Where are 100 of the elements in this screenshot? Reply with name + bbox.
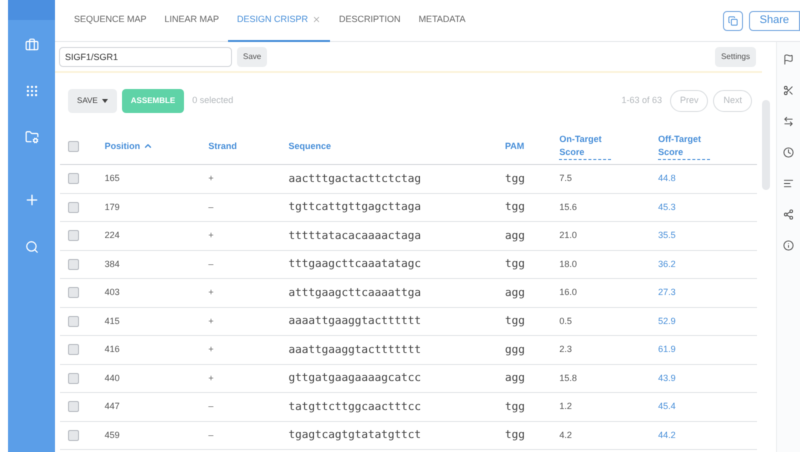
table-cell-text: 415	[104, 314, 121, 328]
table-cell-text: tgg	[504, 170, 526, 186]
table-cell-text: 44.8	[658, 172, 677, 185]
table-cell-text: 1.2	[559, 400, 573, 413]
flag-icon[interactable]	[783, 54, 794, 65]
page-range: 1-63 of 63	[621, 94, 662, 107]
table-cell-text: agg	[504, 284, 526, 300]
table-cell-text: tttttatacacaaaactaga	[288, 228, 422, 244]
column-header[interactable]: Strand	[208, 140, 237, 152]
copy-icon	[728, 16, 738, 26]
tab[interactable]: DESCRIPTION	[330, 0, 410, 42]
table-cell-text: tgagtcagtgtatatgttct	[288, 427, 422, 443]
folder-icon[interactable]	[24, 130, 38, 144]
table-cell-text: 0.5	[559, 314, 573, 328]
sidebar-header	[8, 0, 55, 20]
table-cell-text: 43.9	[658, 372, 677, 384]
table-cell-text: aaaattgaaggtactttttt	[288, 313, 422, 329]
close-icon[interactable]	[312, 15, 322, 24]
table-cell-text: +	[208, 372, 215, 384]
table-cell-text: tgttcattgttgagcttaga	[288, 199, 422, 215]
checkbox[interactable]	[68, 173, 79, 184]
table-cell-text: tgg	[504, 427, 526, 443]
checkbox[interactable]	[68, 372, 79, 384]
checkbox[interactable]	[68, 230, 79, 242]
table-cell-text: +	[208, 343, 215, 356]
checkbox[interactable]	[68, 202, 79, 213]
arrows-icon[interactable]	[783, 116, 794, 127]
table-cell-text: tgg	[504, 398, 526, 414]
checkbox[interactable]	[68, 287, 79, 298]
checkbox[interactable]	[68, 140, 79, 152]
table-cell-text: agg	[504, 370, 526, 386]
scissors-icon[interactable]	[783, 85, 794, 96]
table-cell-text: 416	[104, 343, 121, 356]
briefcase-icon[interactable]	[24, 38, 38, 52]
settings-button[interactable]: Settings	[715, 46, 756, 66]
nodes-icon[interactable]	[783, 209, 794, 220]
table-cell-text: aactttgactacttctctag	[288, 170, 422, 186]
table-cell-text: gttgatgaagaaaagcatcc	[288, 370, 422, 386]
table-cell-text: 403	[104, 286, 121, 299]
checkbox[interactable]	[68, 316, 79, 327]
table-cell-text: 44.2	[658, 428, 677, 442]
name-field[interactable]: SIGF1/SGR1	[59, 46, 232, 66]
column-header[interactable]: Sequence	[288, 140, 332, 152]
table-cell-text: 459	[104, 428, 121, 442]
table-cell-text: tttgaagcttcaaatatagc	[288, 256, 422, 272]
table-cell-text: 447	[104, 400, 121, 413]
clock-icon[interactable]	[783, 147, 794, 158]
next-button[interactable]: Next	[713, 90, 752, 112]
table-cell-text: 27.3	[658, 286, 677, 299]
table-cell-text: 179	[104, 200, 121, 214]
grid-icon[interactable]	[24, 84, 38, 98]
table-cell-text: aaattgaaggtacttttttt	[288, 342, 422, 358]
list-icon[interactable]	[783, 178, 794, 189]
info-icon[interactable]	[783, 240, 794, 251]
table-cell-text: 440	[104, 372, 121, 384]
assemble-button[interactable]: ASSEMBLE	[122, 88, 184, 112]
table-cell-text: +	[208, 314, 215, 328]
caret-icon	[102, 98, 108, 102]
checkbox[interactable]	[68, 344, 79, 356]
share-button[interactable]: Share	[748, 10, 800, 30]
table-cell-text: 61.9	[658, 343, 677, 356]
checkbox[interactable]	[68, 430, 79, 441]
search-icon[interactable]	[24, 240, 38, 254]
prev-button[interactable]: Prev	[670, 90, 708, 112]
table-cell-text: 4.2	[559, 428, 573, 442]
column-header[interactable]: On-Target Score	[559, 132, 612, 160]
table-cell-text: 165	[104, 172, 121, 185]
column-header[interactable]: Off-Target Score	[658, 132, 710, 160]
table-cell-text: tatgttcttggcaactttcc	[288, 398, 422, 414]
table-cell-text: 2.3	[559, 343, 573, 356]
save-name-button[interactable]: Save	[237, 46, 268, 66]
scrollbar[interactable]	[762, 100, 770, 190]
table-cell-text: 15.6	[559, 200, 578, 214]
table-cell-text: tgg	[504, 256, 526, 272]
table-cell-text: 45.4	[658, 400, 677, 413]
table-cell-text: 21.0	[559, 229, 578, 242]
table-cell-text: 36.2	[658, 258, 677, 270]
save-button[interactable]: SAVE	[68, 88, 117, 112]
copy-button[interactable]	[722, 10, 743, 30]
table-cell-text: –	[208, 428, 214, 442]
tab[interactable]: DESIGN CRISPR	[228, 0, 330, 42]
selected-count: 0 selected	[192, 94, 234, 107]
tab[interactable]: SEQUENCE MAP	[65, 0, 156, 42]
table-cell-text: 15.8	[559, 372, 578, 384]
table-cell-text: 52.9	[658, 314, 677, 328]
table-cell-text: atttgaagcttcaaaattga	[288, 284, 422, 300]
table-cell-text: +	[208, 229, 215, 242]
column-header[interactable]: PAM	[504, 140, 524, 152]
table-cell-text: –	[208, 258, 214, 270]
tab[interactable]: LINEAR MAP	[156, 0, 228, 42]
plus-icon[interactable]	[24, 192, 40, 208]
tab[interactable]: METADATA	[410, 0, 475, 42]
checkbox[interactable]	[68, 401, 79, 412]
table-cell-text: 18.0	[559, 258, 578, 270]
table-cell-text: 35.5	[658, 229, 677, 242]
table-cell-text: tgg	[504, 199, 526, 215]
table-cell-text: –	[208, 200, 214, 214]
checkbox[interactable]	[68, 258, 79, 270]
column-header[interactable]: Position	[104, 140, 154, 152]
table-cell-text: 45.3	[658, 200, 677, 214]
